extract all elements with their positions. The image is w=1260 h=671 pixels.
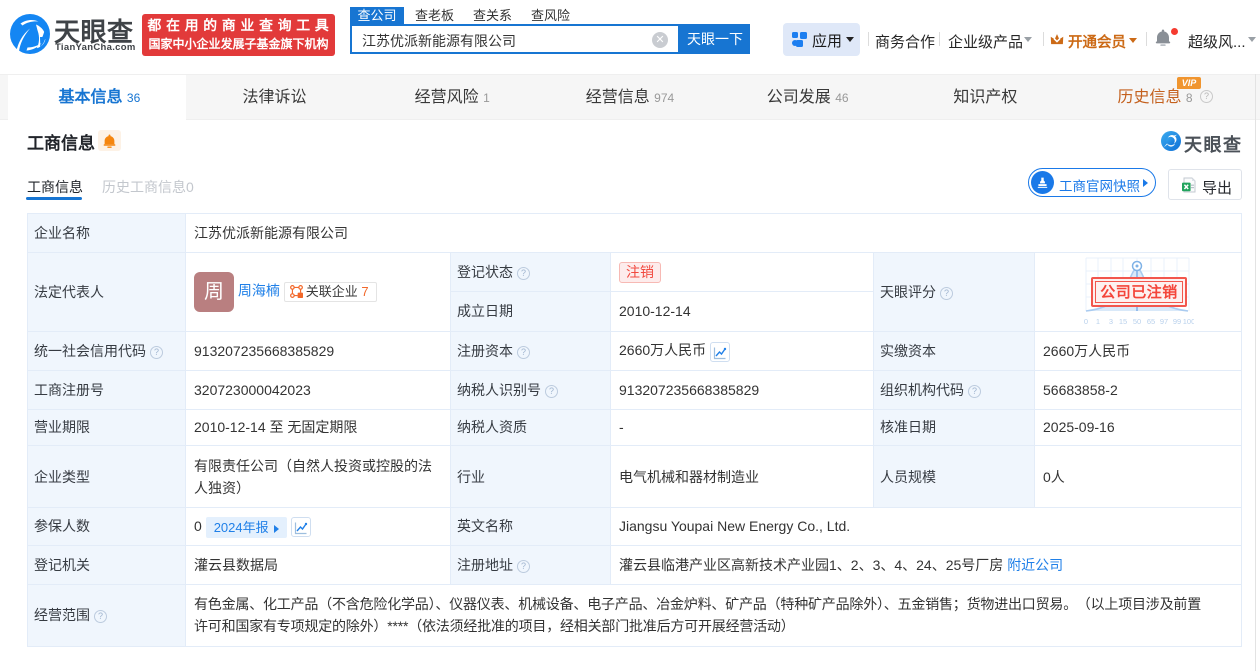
svg-text:3: 3 <box>1109 317 1113 325</box>
svg-text:99: 99 <box>1173 317 1181 325</box>
svg-text:15: 15 <box>1119 317 1127 325</box>
svg-text:100: 100 <box>1183 317 1194 325</box>
svg-text:65: 65 <box>1147 317 1155 325</box>
svg-text:50: 50 <box>1133 317 1141 325</box>
svg-text:1: 1 <box>1096 317 1100 325</box>
svg-text:97: 97 <box>1160 317 1168 325</box>
svg-text:0: 0 <box>1084 317 1088 325</box>
